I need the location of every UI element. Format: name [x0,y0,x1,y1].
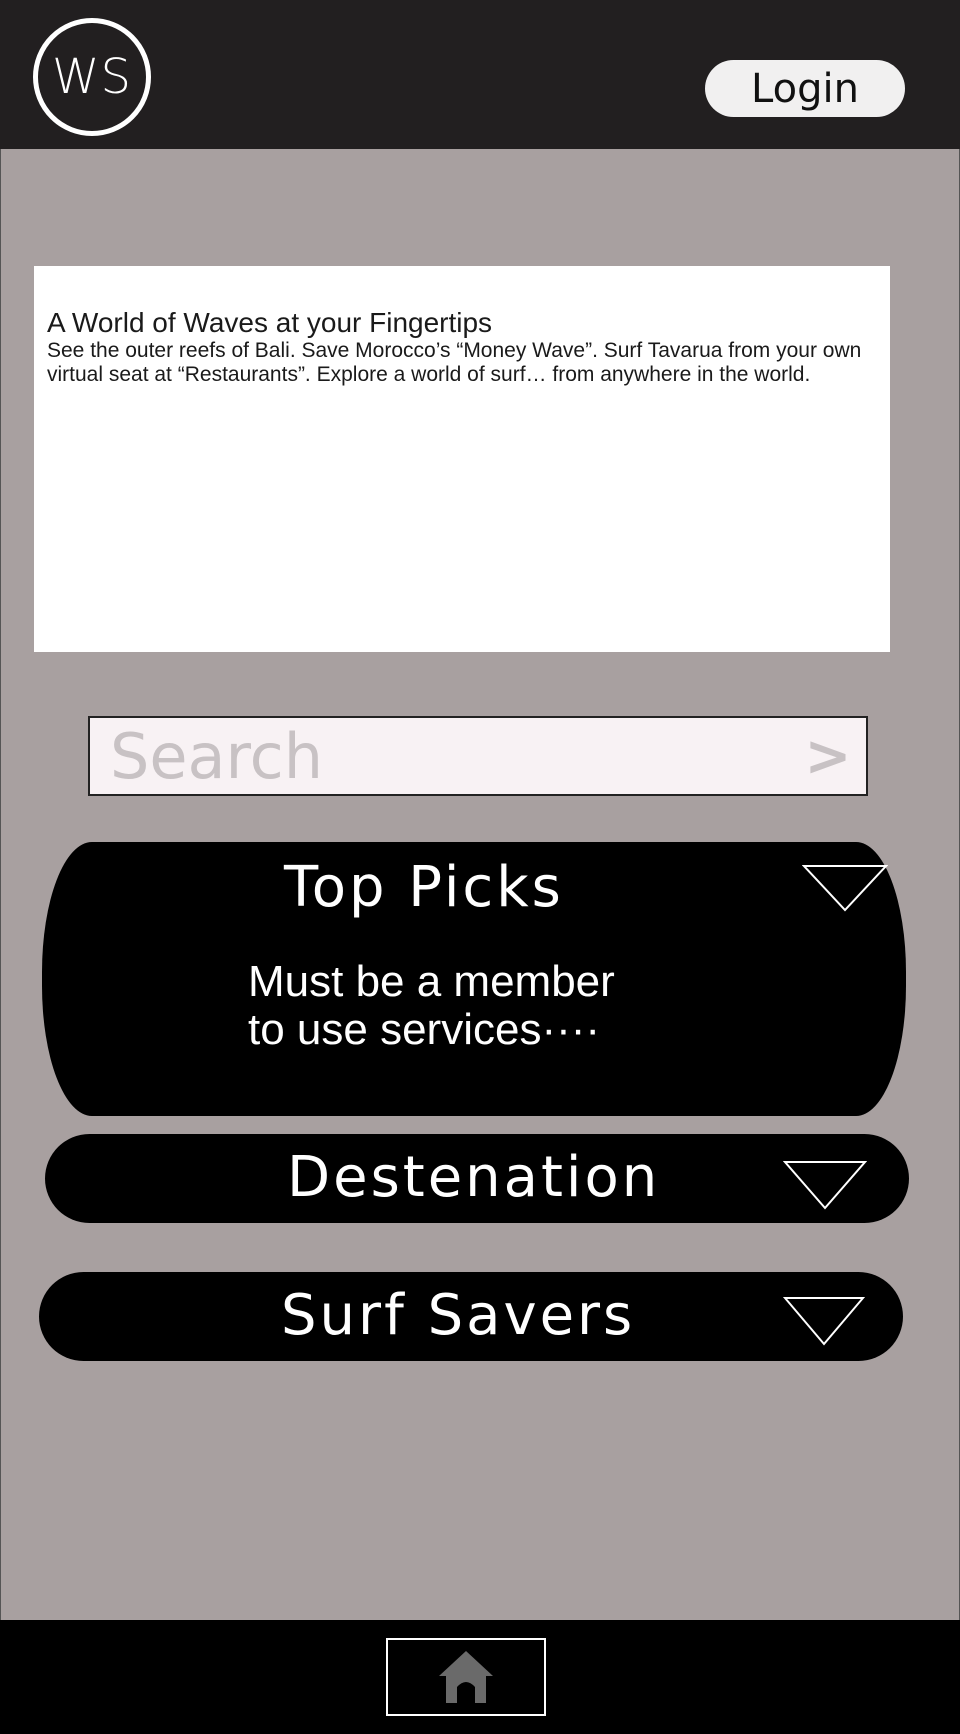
app-header: WS Login [0,0,960,149]
surf-savers-title: Surf Savers [281,1283,636,1348]
bottom-nav [0,1620,960,1734]
search-submit-button[interactable]: > [800,718,856,794]
surf-savers-panel[interactable]: Surf Savers [39,1272,903,1361]
membership-notice: Must be a member to use services···· [248,958,615,1054]
home-button[interactable] [386,1638,546,1716]
search-input[interactable] [110,718,770,794]
top-picks-panel: Top Picks Must be a member to use servic… [42,842,906,1116]
destination-panel[interactable]: Destenation [45,1134,909,1223]
login-button[interactable]: Login [705,60,905,117]
membership-notice-line2: to use services···· [248,1005,601,1054]
hero-card: A World of Waves at your Fingertips See … [34,266,890,652]
logo-text: WS [52,49,132,105]
top-picks-dropdown-icon[interactable] [802,864,888,912]
surf-savers-dropdown-icon[interactable] [783,1296,865,1346]
destination-dropdown-icon[interactable] [783,1160,867,1210]
hero-title: A World of Waves at your Fingertips [47,307,493,338]
top-picks-title[interactable]: Top Picks [284,860,564,916]
logo[interactable]: WS [33,18,151,136]
membership-notice-line1: Must be a member [248,957,615,1006]
destination-title: Destenation [287,1145,661,1210]
home-icon [439,1651,493,1703]
search-bar: > [88,716,868,796]
hero-description: See the outer reefs of Bali. Save Morocc… [47,339,862,386]
